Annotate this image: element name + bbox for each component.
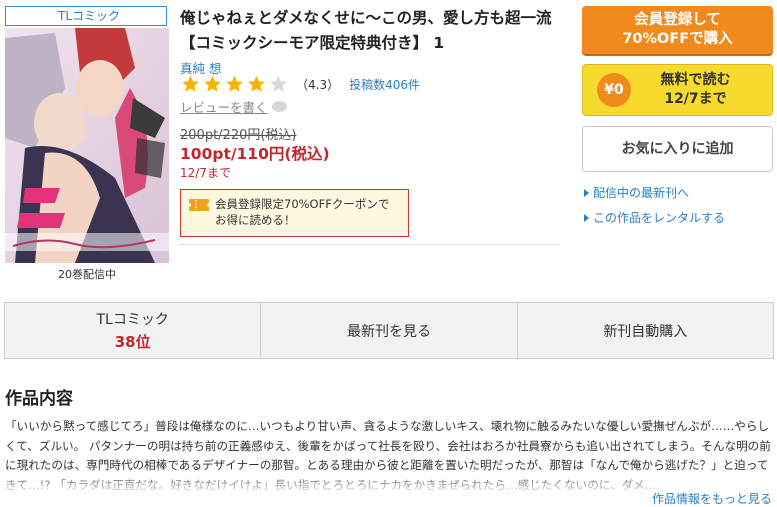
- latest-volume-tab[interactable]: 最新刊を見る: [261, 303, 518, 358]
- genre-ranking-value: 38位: [114, 333, 151, 351]
- rental-label: この作品をレンタルする: [593, 211, 726, 225]
- genre-ranking-tab[interactable]: TLコミック 38位: [5, 303, 262, 358]
- write-review-label: レビューを書く: [180, 100, 268, 115]
- cover-art: [5, 28, 169, 263]
- star-icon: [182, 75, 199, 92]
- auto-purchase-tab[interactable]: 新刊自動購入: [518, 303, 773, 358]
- divider: [180, 244, 560, 245]
- coupon-banner[interactable]: 会員登録限定70%OFFクーポンで お得に読める！: [180, 189, 409, 237]
- free-read-line2: 12/7まで: [664, 91, 727, 107]
- add-favorite-button[interactable]: お気に入りに追加: [582, 126, 773, 172]
- free-read-line1: 無料で読む: [660, 72, 731, 88]
- more-info-link[interactable]: 作品情報をもっと見る: [647, 490, 772, 507]
- cover-image[interactable]: [5, 28, 169, 263]
- latest-volume-label: 配信中の最新刊へ: [593, 186, 690, 200]
- write-review-link[interactable]: レビューを書く: [180, 97, 287, 116]
- yen-zero-icon: ¥0: [597, 73, 631, 107]
- register-line2: 70%OFFで購入: [622, 31, 733, 47]
- star-icon: [248, 75, 265, 92]
- star-icon: [226, 75, 243, 92]
- speech-bubble-icon: [271, 101, 287, 112]
- triangle-right-icon: [584, 213, 589, 222]
- coupon-ticket-icon: [189, 199, 209, 211]
- genre-tag[interactable]: TLコミック: [5, 6, 167, 26]
- volume-count: 20巻配信中: [58, 268, 116, 281]
- star-empty-icon: [270, 75, 287, 92]
- star-icon: [204, 75, 221, 92]
- genre-ranking-label: TLコミック: [96, 312, 169, 328]
- triangle-right-icon: [584, 188, 589, 197]
- book-title: 俺じゃねぇとダメなくせに～この男、愛し方も超一流【コミックシーモア限定特典付き】…: [180, 9, 552, 52]
- sale-deadline: 12/7まで: [180, 166, 231, 180]
- sale-price: 100pt/110円(税込): [180, 145, 330, 163]
- register-purchase-button[interactable]: 会員登録して 70%OFFで購入: [582, 6, 773, 54]
- original-price: 200pt/220円(税込): [180, 128, 297, 143]
- coupon-text: 会員登録限定70%OFFクーポンで お得に読める！: [215, 197, 390, 227]
- latest-volume-link[interactable]: 配信中の最新刊へ: [584, 184, 689, 201]
- review-count-link[interactable]: 投稿数406件: [349, 76, 420, 93]
- register-line1: 会員登録して: [634, 12, 721, 28]
- action-tabs: TLコミック 38位 最新刊を見る 新刊自動購入: [4, 302, 774, 359]
- free-read-button[interactable]: ¥0 無料で読む 12/7まで: [582, 64, 773, 116]
- rental-link[interactable]: この作品をレンタルする: [584, 209, 725, 226]
- rating: （4.3） 投稿数406件: [180, 74, 420, 94]
- rating-value: （4.3）: [296, 77, 340, 92]
- section-title: 作品内容: [5, 389, 73, 409]
